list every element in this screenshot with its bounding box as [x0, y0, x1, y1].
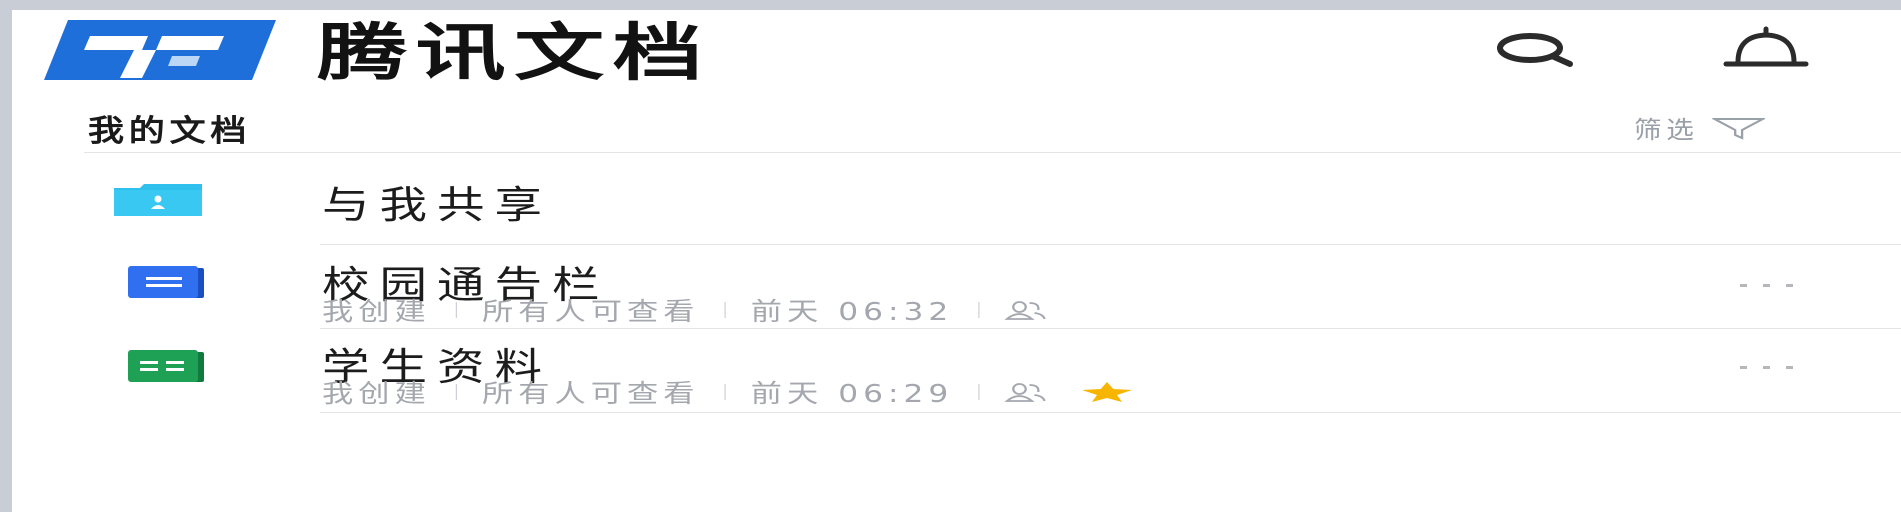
creator-label: 我创建 [322, 297, 431, 326]
row-divider [320, 328, 1901, 329]
doc-file-icon [110, 264, 206, 300]
bell-icon[interactable] [1722, 26, 1812, 72]
star-icon[interactable] [1080, 381, 1135, 403]
meta-separator [724, 384, 726, 400]
list-item-shared-with-me[interactable]: 与我共享 [12, 160, 1901, 238]
row-divider [320, 412, 1901, 413]
modified-time: 前天 06:32 [750, 297, 954, 326]
permission-label: 所有人可查看 [482, 297, 700, 326]
app-window: 腾讯文档 我的文档 筛选 与我共享 校园通告栏 我创建 所有人可查看 前天 06… [12, 10, 1901, 512]
shared-folder-icon [110, 182, 206, 218]
sheet-file-icon [110, 348, 206, 384]
file-title: 与我共享 [322, 183, 553, 227]
permission-label: 所有人可查看 [482, 379, 700, 408]
meta-separator [978, 302, 980, 318]
file-meta: 我创建 所有人可查看 前天 06:29 [322, 374, 1135, 410]
row-divider [320, 244, 1901, 245]
meta-separator [724, 302, 726, 318]
meta-separator [455, 384, 458, 400]
people-icon [1004, 383, 1046, 402]
file-meta: 我创建 所有人可查看 前天 06:32 [322, 292, 1047, 328]
filter-label: 筛选 [1634, 116, 1699, 144]
filter-button[interactable]: 筛选 [1634, 110, 1766, 145]
search-icon[interactable] [1490, 26, 1580, 72]
modified-time: 前天 06:29 [750, 379, 954, 408]
meta-separator [455, 302, 458, 318]
app-title: 腾讯文档 [317, 16, 712, 89]
more-options-icon[interactable] [1732, 276, 1802, 296]
section-divider [84, 152, 1901, 153]
people-icon [1004, 301, 1046, 320]
list-item-file[interactable]: 校园通告栏 我创建 所有人可查看 前天 06:32 [12, 250, 1901, 328]
tencent-docs-logo[interactable] [30, 16, 280, 84]
funnel-icon [1712, 117, 1766, 140]
section-title: 我的文档 [88, 114, 252, 149]
creator-label: 我创建 [322, 379, 431, 408]
meta-separator [978, 384, 980, 400]
more-options-icon[interactable] [1732, 358, 1802, 378]
list-item-file[interactable]: 学生资料 我创建 所有人可查看 前天 06:29 [12, 334, 1901, 412]
